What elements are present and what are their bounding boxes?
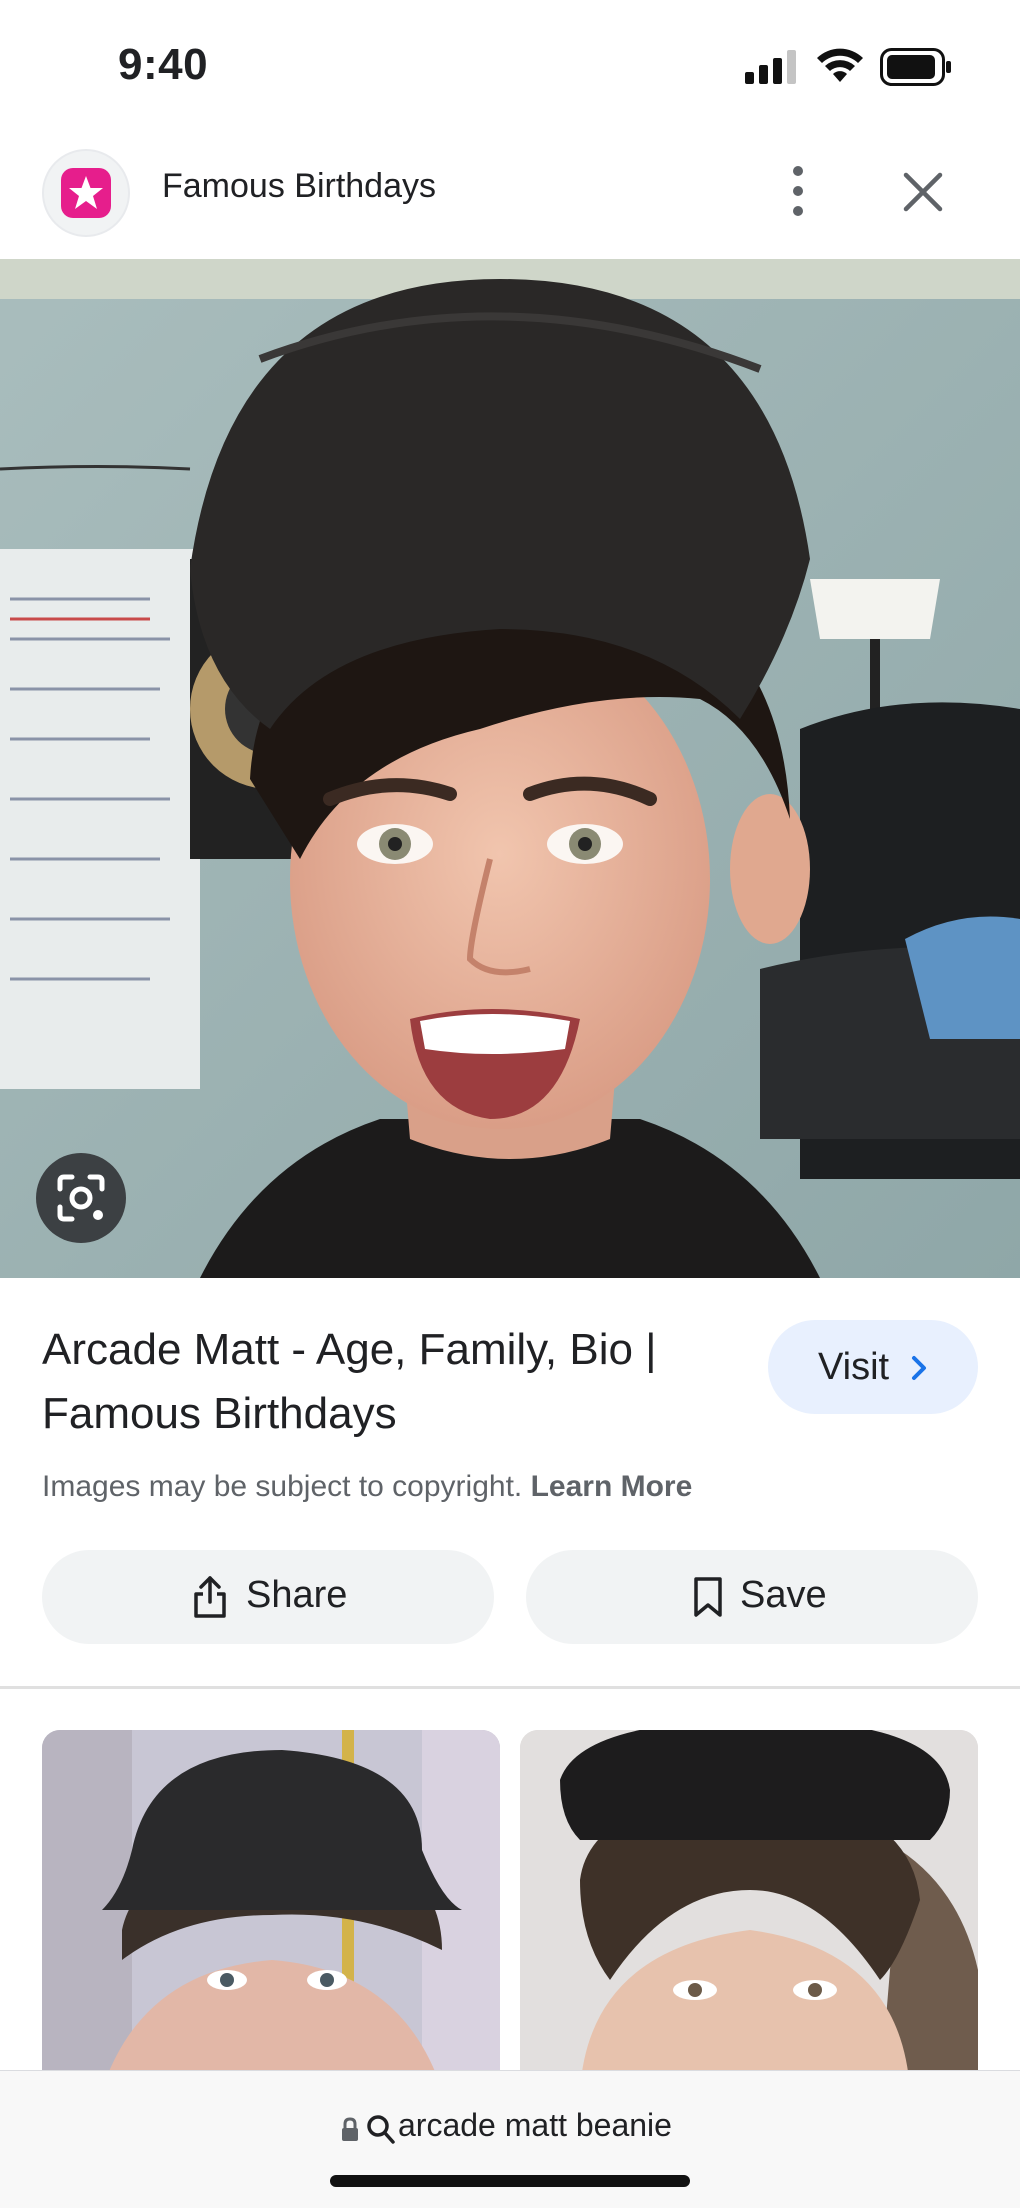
save-button[interactable]: Save: [526, 1550, 978, 1644]
status-bar: 9:40: [0, 0, 1020, 135]
share-label: Share: [246, 1574, 348, 1616]
address-bar[interactable]: arcade matt beanie: [0, 2070, 1020, 2208]
hero-photo: [0, 259, 1020, 1278]
star-logo-icon: [61, 168, 111, 218]
section-divider: [0, 1686, 1020, 1689]
status-time: 9:40: [118, 40, 209, 89]
wifi-icon: [817, 48, 863, 82]
site-logo[interactable]: [42, 149, 130, 237]
close-icon[interactable]: [892, 161, 954, 223]
copyright-text: Images may be subject to copyright.: [42, 1470, 523, 1503]
search-icon: [367, 2115, 395, 2144]
related-image[interactable]: [520, 1730, 978, 2090]
share-icon: [194, 1576, 226, 1618]
bookmark-icon: [694, 1577, 722, 1617]
share-button[interactable]: Share: [42, 1550, 494, 1644]
more-vert-icon[interactable]: [772, 157, 824, 225]
visit-button[interactable]: Visit: [768, 1320, 978, 1414]
related-image[interactable]: [42, 1730, 500, 2090]
hero-image[interactable]: [0, 259, 1020, 1278]
save-label: Save: [740, 1574, 827, 1616]
cellular-signal-icon: [745, 50, 796, 84]
chevron-right-icon: [912, 1356, 926, 1380]
result-title[interactable]: Arcade Matt - Age, Family, Bio | Famous …: [42, 1318, 742, 1446]
site-title: Famous Birthdays: [162, 167, 436, 205]
copyright-notice: Images may be subject to copyright. Lear…: [42, 1470, 692, 1504]
search-query-text: arcade matt beanie: [398, 2107, 672, 2143]
lens-button[interactable]: [36, 1153, 126, 1243]
lens-icon: [57, 1174, 105, 1222]
visit-label: Visit: [818, 1346, 890, 1388]
battery-icon: [880, 48, 951, 86]
related-photo: [520, 1730, 978, 2090]
lock-icon: [342, 2117, 358, 2141]
home-indicator[interactable]: [330, 2175, 690, 2187]
browser-header: Famous Birthdays: [0, 135, 1020, 259]
learn-more-link[interactable]: Learn More: [531, 1470, 693, 1503]
related-photo: [42, 1730, 500, 2090]
